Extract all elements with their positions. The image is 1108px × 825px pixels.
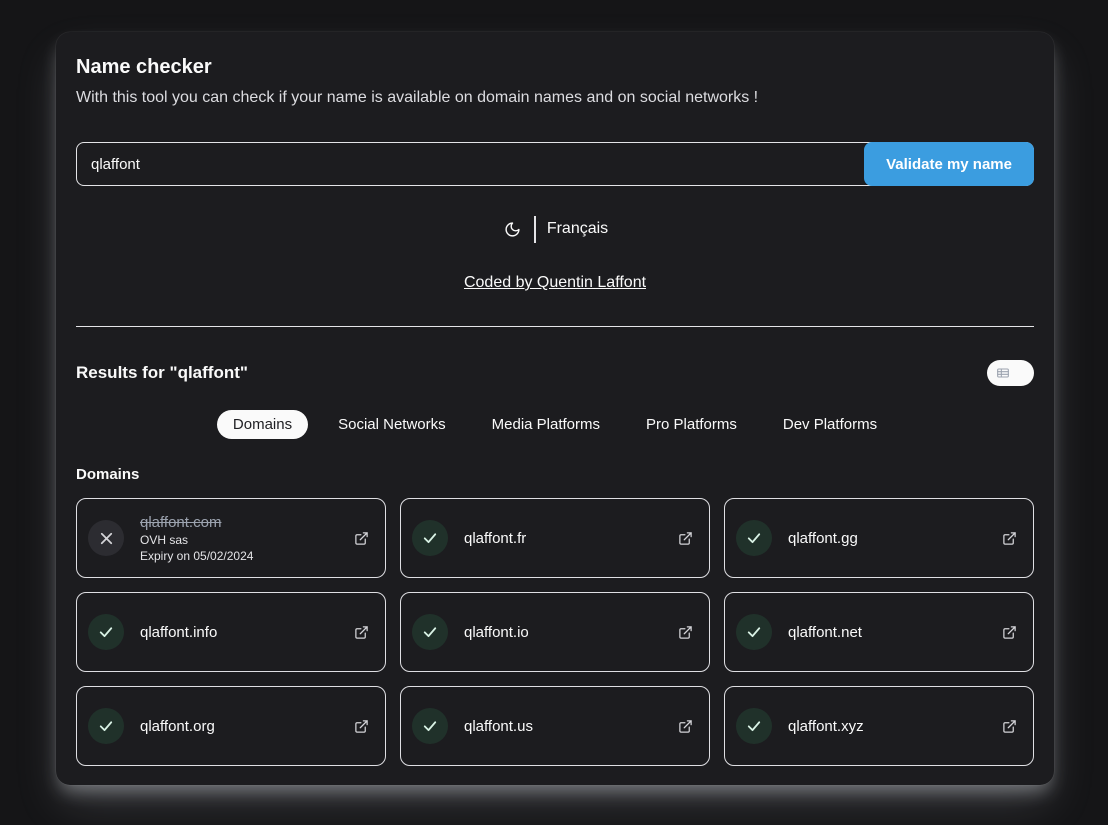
available-status-icon — [412, 708, 448, 744]
x-icon — [97, 529, 116, 548]
moon-icon — [504, 221, 521, 238]
domain-card[interactable]: qlaffont.us — [400, 686, 710, 766]
domain-name: qlaffont.xyz — [788, 718, 864, 735]
tab-dev-platforms[interactable]: Dev Platforms — [767, 410, 893, 439]
external-link-icon — [354, 531, 369, 546]
credit-row: Coded by Quentin Laffont — [76, 274, 1034, 292]
tab-pro-platforms[interactable]: Pro Platforms — [630, 410, 753, 439]
check-icon — [745, 529, 763, 547]
domain-card[interactable]: qlaffont.gg — [724, 498, 1034, 578]
domain-card[interactable]: qlaffont.org — [76, 686, 386, 766]
section-divider — [76, 326, 1034, 327]
available-status-icon — [88, 708, 124, 744]
external-link-button[interactable] — [678, 625, 693, 640]
domain-name: qlaffont.net — [788, 624, 862, 641]
credit-link[interactable]: Coded by Quentin Laffont — [464, 274, 646, 291]
domain-expiry: Expiry on 05/02/2024 — [140, 550, 253, 563]
external-link-button[interactable] — [354, 719, 369, 734]
domain-card[interactable]: qlaffont.fr — [400, 498, 710, 578]
external-link-button[interactable] — [1002, 531, 1017, 546]
theme-toggle-button[interactable] — [502, 219, 523, 240]
check-icon — [97, 717, 115, 735]
domain-card[interactable]: qlaffont.com OVH sas Expiry on 05/02/202… — [76, 498, 386, 578]
domain-name: qlaffont.org — [140, 718, 215, 735]
external-link-icon — [678, 719, 693, 734]
available-status-icon — [412, 614, 448, 650]
check-icon — [745, 717, 763, 735]
external-link-icon — [1002, 719, 1017, 734]
external-link-button[interactable] — [354, 531, 369, 546]
external-link-icon — [678, 625, 693, 640]
available-status-icon — [736, 708, 772, 744]
domain-card[interactable]: qlaffont.net — [724, 592, 1034, 672]
language-selector[interactable]: Français — [547, 220, 608, 238]
check-icon — [421, 529, 439, 547]
external-link-button[interactable] — [354, 625, 369, 640]
tabs-row: Domains Social Networks Media Platforms Pro… — [76, 410, 1034, 439]
check-icon — [421, 623, 439, 641]
tab-media-platforms[interactable]: Media Platforms — [476, 410, 616, 439]
external-link-button[interactable] — [1002, 719, 1017, 734]
name-checker-card: Name checker With this tool you can chec… — [56, 32, 1054, 785]
tab-domains[interactable]: Domains — [217, 410, 308, 439]
check-icon — [421, 717, 439, 735]
search-row: Validate my name — [76, 142, 1034, 186]
available-status-icon — [736, 614, 772, 650]
page-background: { "header": { "title": "Name checker", "… — [0, 0, 1108, 825]
page-subtitle: With this tool you can check if your nam… — [76, 89, 1034, 107]
page-title: Name checker — [76, 56, 1034, 79]
results-row: Results for "qlaffont" — [76, 360, 1034, 386]
results-heading: Results for "qlaffont" — [76, 363, 248, 383]
domain-name: qlaffont.fr — [464, 530, 526, 547]
domain-name: qlaffont.info — [140, 624, 217, 641]
available-status-icon — [88, 614, 124, 650]
domain-card[interactable]: qlaffont.info — [76, 592, 386, 672]
domain-name: qlaffont.gg — [788, 530, 858, 547]
external-link-icon — [1002, 531, 1017, 546]
locale-separator — [534, 216, 536, 243]
available-status-icon — [736, 520, 772, 556]
external-link-icon — [354, 719, 369, 734]
locale-row: Français — [76, 214, 1034, 244]
domain-name: qlaffont.com — [140, 514, 253, 531]
external-link-button[interactable] — [678, 531, 693, 546]
domain-card[interactable]: qlaffont.io — [400, 592, 710, 672]
external-link-icon — [1002, 625, 1017, 640]
validate-button[interactable]: Validate my name — [864, 142, 1034, 186]
taken-status-icon — [88, 520, 124, 556]
view-toggle[interactable] — [987, 360, 1034, 386]
domains-section-heading: Domains — [76, 466, 1034, 483]
external-link-button[interactable] — [678, 719, 693, 734]
domain-name: qlaffont.us — [464, 718, 533, 735]
external-link-icon — [678, 531, 693, 546]
table-view-icon — [995, 365, 1011, 381]
external-link-icon — [354, 625, 369, 640]
check-icon — [97, 623, 115, 641]
available-status-icon — [412, 520, 448, 556]
external-link-button[interactable] — [1002, 625, 1017, 640]
domain-name: qlaffont.io — [464, 624, 529, 641]
domains-grid: qlaffont.com OVH sas Expiry on 05/02/202… — [76, 498, 1034, 766]
tab-social-networks[interactable]: Social Networks — [322, 410, 462, 439]
check-icon — [745, 623, 763, 641]
domain-registrar: OVH sas — [140, 534, 253, 547]
domain-card[interactable]: qlaffont.xyz — [724, 686, 1034, 766]
